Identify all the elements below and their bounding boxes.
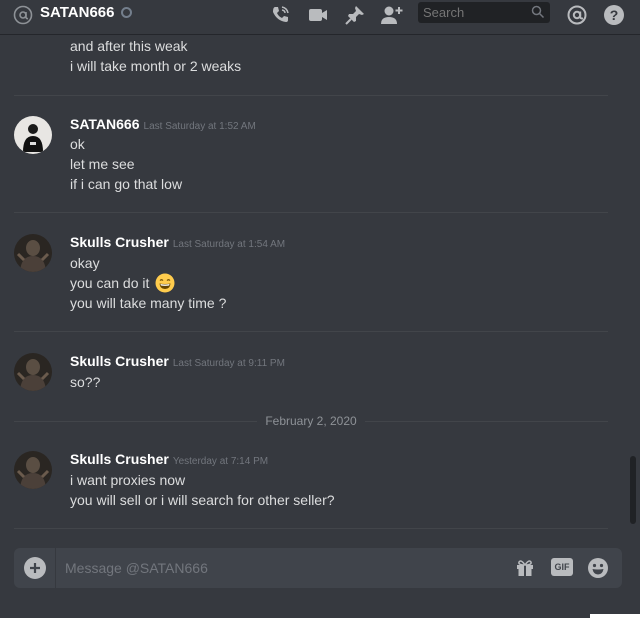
message-divider [14,212,608,213]
author-name[interactable]: Skulls Crusher [70,234,169,250]
channel-header: SATAN666 Search ? [0,0,640,34]
avatar[interactable] [14,234,52,272]
avatar[interactable] [14,116,52,154]
help-icon[interactable]: ? [602,3,626,27]
gif-picker-button[interactable]: GIF [551,558,573,576]
search-icon [531,5,545,19]
date-separator-line [364,420,609,422]
composer-divider [55,548,56,588]
message-timestamp: Last Saturday at 9:11 PM [172,358,285,369]
message-text: you will take many time ? [70,295,227,311]
message-timestamp: Last Saturday at 1:52 AM [143,121,256,132]
message-author[interactable]: Skulls Crusher Last Saturday at 1:54 AM [70,234,285,250]
message-line-with-emoji: you can do it [70,273,175,293]
date-separator-label: February 2, 2020 [265,414,357,428]
svg-text:?: ? [610,7,619,23]
start-voice-call-icon[interactable] [268,3,292,27]
message-text: let me see [70,156,135,172]
author-name[interactable]: Skulls Crusher [70,353,169,369]
message-text: i want proxies now [70,472,186,488]
message-text: you can do it [70,275,150,291]
offline-status-icon [121,7,132,18]
window-corner-artifact [590,614,640,618]
plus-icon [30,563,40,573]
scrollbar-thumb[interactable] [630,456,636,524]
skulls-crusher-avatar-icon [14,451,52,489]
satan666-avatar-icon [14,116,52,154]
search-bar[interactable] [418,2,550,23]
mentions-icon[interactable] [565,3,589,27]
avatar[interactable] [14,451,52,489]
message-divider [14,331,608,332]
message-text: i will take month or 2 weaks [70,58,242,74]
date-separator: February 2, 2020 [14,411,609,431]
pinned-messages-icon[interactable] [343,3,367,27]
avatar[interactable] [14,353,52,391]
message-text: if i can go that low [70,176,183,192]
message-timestamp: Last Saturday at 1:54 AM [172,239,286,250]
upload-file-button[interactable] [24,557,46,579]
message-author[interactable]: Skulls Crusher Last Saturday at 9:11 PM [70,353,285,369]
author-name[interactable]: SATAN666 [70,116,140,132]
channel-title: SATAN666 [40,4,115,21]
message-text: okay [70,255,100,271]
at-sign-icon [13,5,33,25]
skulls-crusher-avatar-icon [14,353,52,391]
message-divider [14,95,608,96]
message-text: ok [70,136,85,152]
messages-list: and after this weak i will take month or… [0,34,628,544]
message-text: and after this weak [70,38,188,54]
message-text: so?? [70,374,101,390]
author-name[interactable]: Skulls Crusher [70,451,169,467]
message-author[interactable]: Skulls Crusher Yesterday at 7:14 PM [70,451,268,467]
gift-icon[interactable] [514,557,536,579]
message-author[interactable]: SATAN666 Last Saturday at 1:52 AM [70,116,256,132]
message-text: you will sell or i will search for other… [70,492,335,508]
message-divider [14,528,608,529]
emoji-picker-icon[interactable] [587,557,609,579]
grinning-face-emoji-icon [155,273,175,293]
message-input[interactable] [65,558,485,578]
skulls-crusher-avatar-icon [14,234,52,272]
search-input[interactable] [423,5,523,20]
message-composer: GIF [14,548,622,588]
add-friends-to-dm-icon[interactable] [380,3,404,27]
start-video-call-icon[interactable] [306,3,330,27]
message-timestamp: Yesterday at 7:14 PM [172,456,269,467]
date-separator-line [14,420,258,422]
